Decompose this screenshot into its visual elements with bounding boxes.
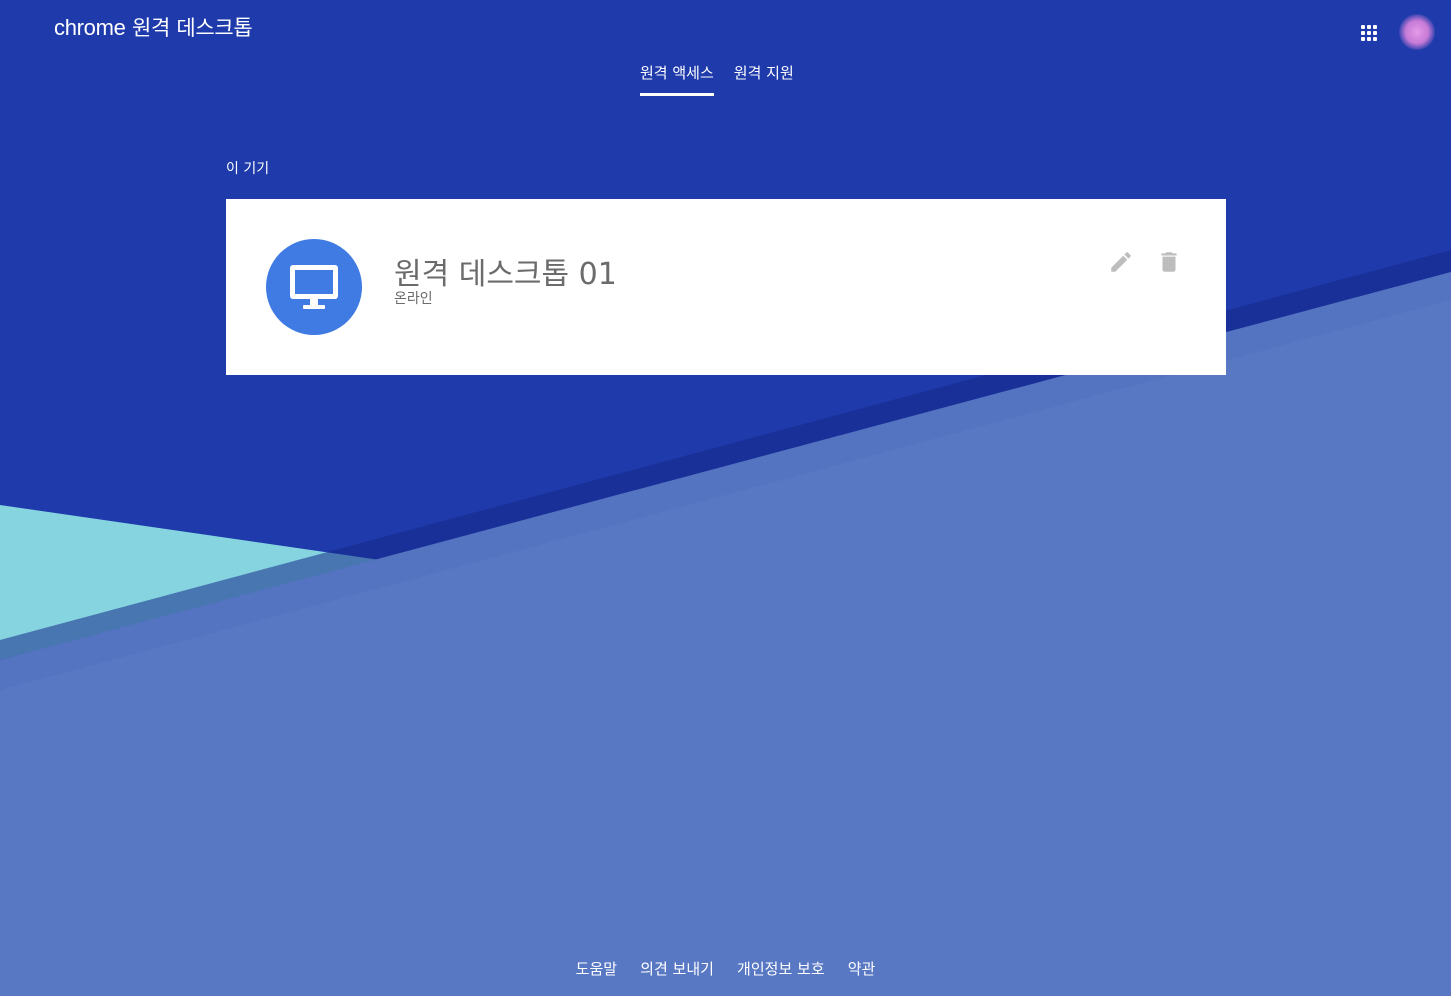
app-logo[interactable]: chrome 원격 데스크톱 xyxy=(54,12,253,42)
footer: 도움말 의견 보내기 개인정보 보호 약관 xyxy=(0,958,1451,979)
footer-link-privacy[interactable]: 개인정보 보호 xyxy=(737,958,825,979)
footer-link-feedback[interactable]: 의견 보내기 xyxy=(640,958,714,979)
footer-link-terms[interactable]: 약관 xyxy=(848,958,876,979)
tab-bar: 원격 액세스 원격 지원 xyxy=(630,58,804,98)
apps-grid-icon[interactable] xyxy=(1356,20,1382,46)
logo-brand: chrome xyxy=(54,15,126,40)
top-bar: chrome 원격 데스크톱 xyxy=(0,0,1451,60)
logo-product: 원격 데스크톱 xyxy=(131,16,253,40)
device-status: 온라인 xyxy=(394,291,433,307)
tab-remote-access[interactable]: 원격 액세스 xyxy=(630,58,724,96)
device-name: 원격 데스크톱 01 xyxy=(394,257,617,292)
section-title: 이 기기 xyxy=(226,161,270,177)
device-card[interactable]: 원격 데스크톱 01 온라인 xyxy=(226,199,1226,375)
background-illustration xyxy=(0,0,1451,996)
tab-remote-support[interactable]: 원격 지원 xyxy=(724,58,804,96)
pencil-icon[interactable] xyxy=(1108,249,1134,275)
account-avatar[interactable] xyxy=(1399,14,1435,50)
trash-icon[interactable] xyxy=(1156,249,1182,275)
page: chrome 원격 데스크톱 원격 액세스 원격 지원 이 기기 원격 데스크톱… xyxy=(0,0,1451,996)
monitor-icon xyxy=(266,239,362,335)
footer-link-help[interactable]: 도움말 xyxy=(576,958,617,979)
